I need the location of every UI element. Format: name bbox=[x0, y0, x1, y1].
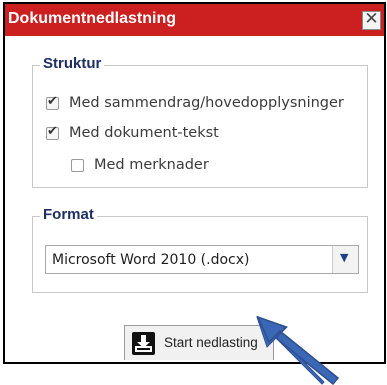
start-download-button[interactable]: Start nedlasting bbox=[124, 325, 274, 360]
chevron-down-icon: ▼ bbox=[340, 251, 349, 264]
remarks-checkbox[interactable] bbox=[71, 158, 84, 172]
option-summary[interactable]: ✔ Med sammendrag/hovedopplysninger bbox=[46, 93, 344, 111]
dialog-title: Dokumentnedlastning bbox=[8, 10, 177, 27]
remarks-label: Med merknader bbox=[94, 157, 209, 173]
download-dialog: Dokumentnedlastning ✕ Struktur ✔ Med sam… bbox=[3, 2, 386, 364]
format-select-value: Microsoft Word 2010 (.docx) bbox=[52, 252, 250, 268]
option-document-text[interactable]: ✔ Med dokument-tekst bbox=[46, 123, 219, 141]
summary-label: Med sammendrag/hovedopplysninger bbox=[69, 95, 344, 111]
checkmark-icon: ✔ bbox=[47, 123, 58, 139]
download-icon bbox=[132, 332, 155, 355]
option-remarks[interactable]: Med merknader bbox=[71, 157, 209, 173]
close-icon: ✕ bbox=[364, 9, 379, 29]
format-dropdown-button[interactable]: ▼ bbox=[332, 246, 358, 273]
format-legend: Format bbox=[40, 206, 97, 223]
document-text-checkbox[interactable]: ✔ bbox=[46, 123, 59, 140]
structure-legend: Struktur bbox=[40, 55, 105, 72]
document-text-label: Med dokument-tekst bbox=[69, 125, 219, 141]
start-download-label: Start nedlasting bbox=[164, 335, 258, 350]
dialog-titlebar: Dokumentnedlastning ✕ bbox=[5, 4, 384, 36]
close-button[interactable]: ✕ bbox=[362, 9, 381, 30]
summary-checkbox[interactable]: ✔ bbox=[46, 93, 59, 110]
checkmark-icon: ✔ bbox=[47, 93, 58, 109]
format-select[interactable]: Microsoft Word 2010 (.docx) ▼ bbox=[45, 245, 359, 274]
